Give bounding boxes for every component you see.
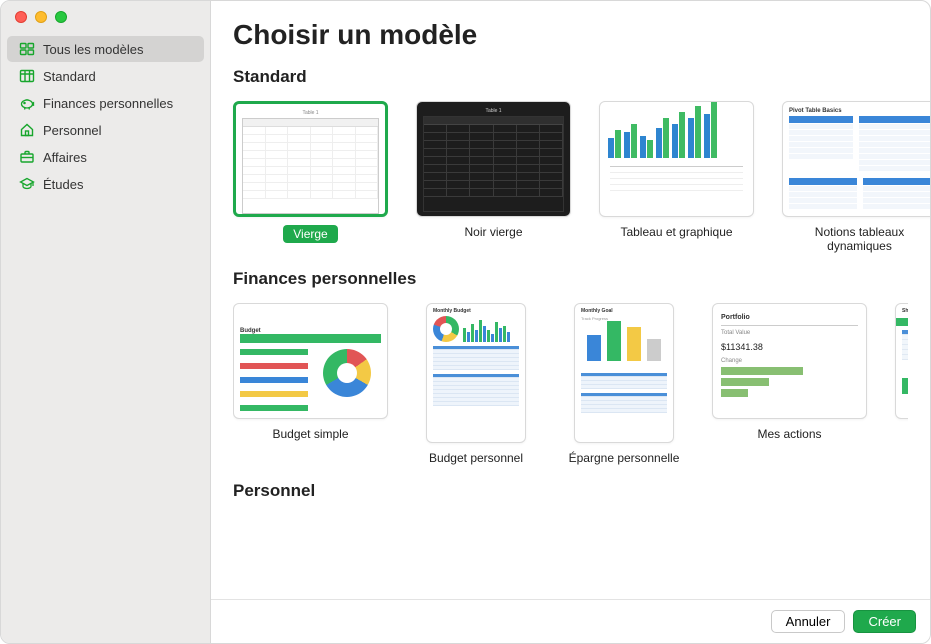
template-personal-savings[interactable]: Monthly Goal Track Progress [564,303,684,465]
table-icon [19,68,35,84]
template-thumbnail: Monthly Budget [426,303,526,443]
sidebar-item-personal[interactable]: Personnel [7,117,204,143]
template-label: Budget simple [272,427,348,441]
sidebar-item-label: Finances personnelles [43,96,173,111]
sidebar-item-label: Standard [43,69,96,84]
template-chooser-window: Tous les modèles Standard Finances perso… [0,0,931,644]
sidebar: Tous les modèles Standard Finances perso… [1,1,211,643]
template-thumbnail: Shared Expenses [895,303,908,419]
template-label: Dépenses partagées [895,427,908,455]
grid-icon [19,41,35,57]
sidebar-item-label: Affaires [43,150,87,165]
template-label: Notions tableaux dynamiques [782,225,930,253]
template-label: Noir vierge [464,225,522,239]
template-label: Mes actions [757,427,821,441]
main-content: Choisir un modèle Standard Table 1 [211,1,930,643]
template-label: Tableau et graphique [620,225,732,239]
template-blank[interactable]: Table 1 [233,101,388,253]
thumbnail-title: Monthly Goal [581,308,667,314]
create-button[interactable]: Créer [853,610,916,633]
template-shared-expenses[interactable]: Shared Expenses Dépenses partagées [895,303,908,465]
template-table-chart[interactable]: Tableau et graphique [599,101,754,253]
template-thumbnail: Portfolio Total Value $11341.38 Change [712,303,867,419]
zoom-icon[interactable] [55,11,67,23]
grid-standard: Table 1 [233,101,908,253]
template-label: Épargne personnelle [569,451,680,465]
template-thumbnail: Table 1 [233,101,388,217]
minimize-icon[interactable] [35,11,47,23]
template-personal-budget[interactable]: Monthly Budget [416,303,536,465]
window-body: Tous les modèles Standard Finances perso… [1,1,930,643]
sidebar-item-label: Tous les modèles [43,42,143,57]
thumbnail-value: $11341.38 [721,342,858,352]
thumbnail-title: Pivot Table Basics [789,108,930,114]
template-simple-budget[interactable]: Budget Budget simple [233,303,388,465]
briefcase-icon [19,149,35,165]
section-title-finances: Finances personnelles [233,269,908,289]
template-label: Vierge [283,225,337,243]
template-stocks[interactable]: Portfolio Total Value $11341.38 Change M… [712,303,867,465]
graduation-cap-icon [19,176,35,192]
house-icon [19,122,35,138]
template-thumbnail: Table 1 [416,101,571,217]
template-thumbnail [599,101,754,217]
thumbnail-title: Portfolio [721,314,858,321]
page-title: Choisir un modèle [233,19,908,51]
thumbnail-title: Monthly Budget [433,308,519,314]
sidebar-item-label: Personnel [43,123,102,138]
thumbnail-title: Shared Expenses [896,304,908,318]
sidebar-item-education[interactable]: Études [7,171,204,197]
template-label: Budget personnel [429,451,523,465]
sidebar-item-label: Études [43,177,83,192]
template-thumbnail: Pivot Table Basics [782,101,930,217]
template-blank-dark[interactable]: Table 1 [416,101,571,253]
template-pivot-basics[interactable]: Pivot Table Basics [782,101,930,253]
sidebar-item-all-templates[interactable]: Tous les modèles [7,36,204,62]
piggy-bank-icon [19,95,35,111]
close-icon[interactable] [15,11,27,23]
template-thumbnail: Budget [233,303,388,419]
footer: Annuler Créer [211,599,930,643]
sidebar-item-standard[interactable]: Standard [7,63,204,89]
section-title-standard: Standard [233,67,908,87]
grid-finances: Budget Budget simple [233,303,908,465]
template-thumbnail: Monthly Goal Track Progress [574,303,674,443]
sidebar-item-finances[interactable]: Finances personnelles [7,90,204,116]
window-controls [1,11,210,35]
sidebar-item-business[interactable]: Affaires [7,144,204,170]
section-title-personnel: Personnel [233,481,908,501]
cancel-button[interactable]: Annuler [771,610,846,633]
